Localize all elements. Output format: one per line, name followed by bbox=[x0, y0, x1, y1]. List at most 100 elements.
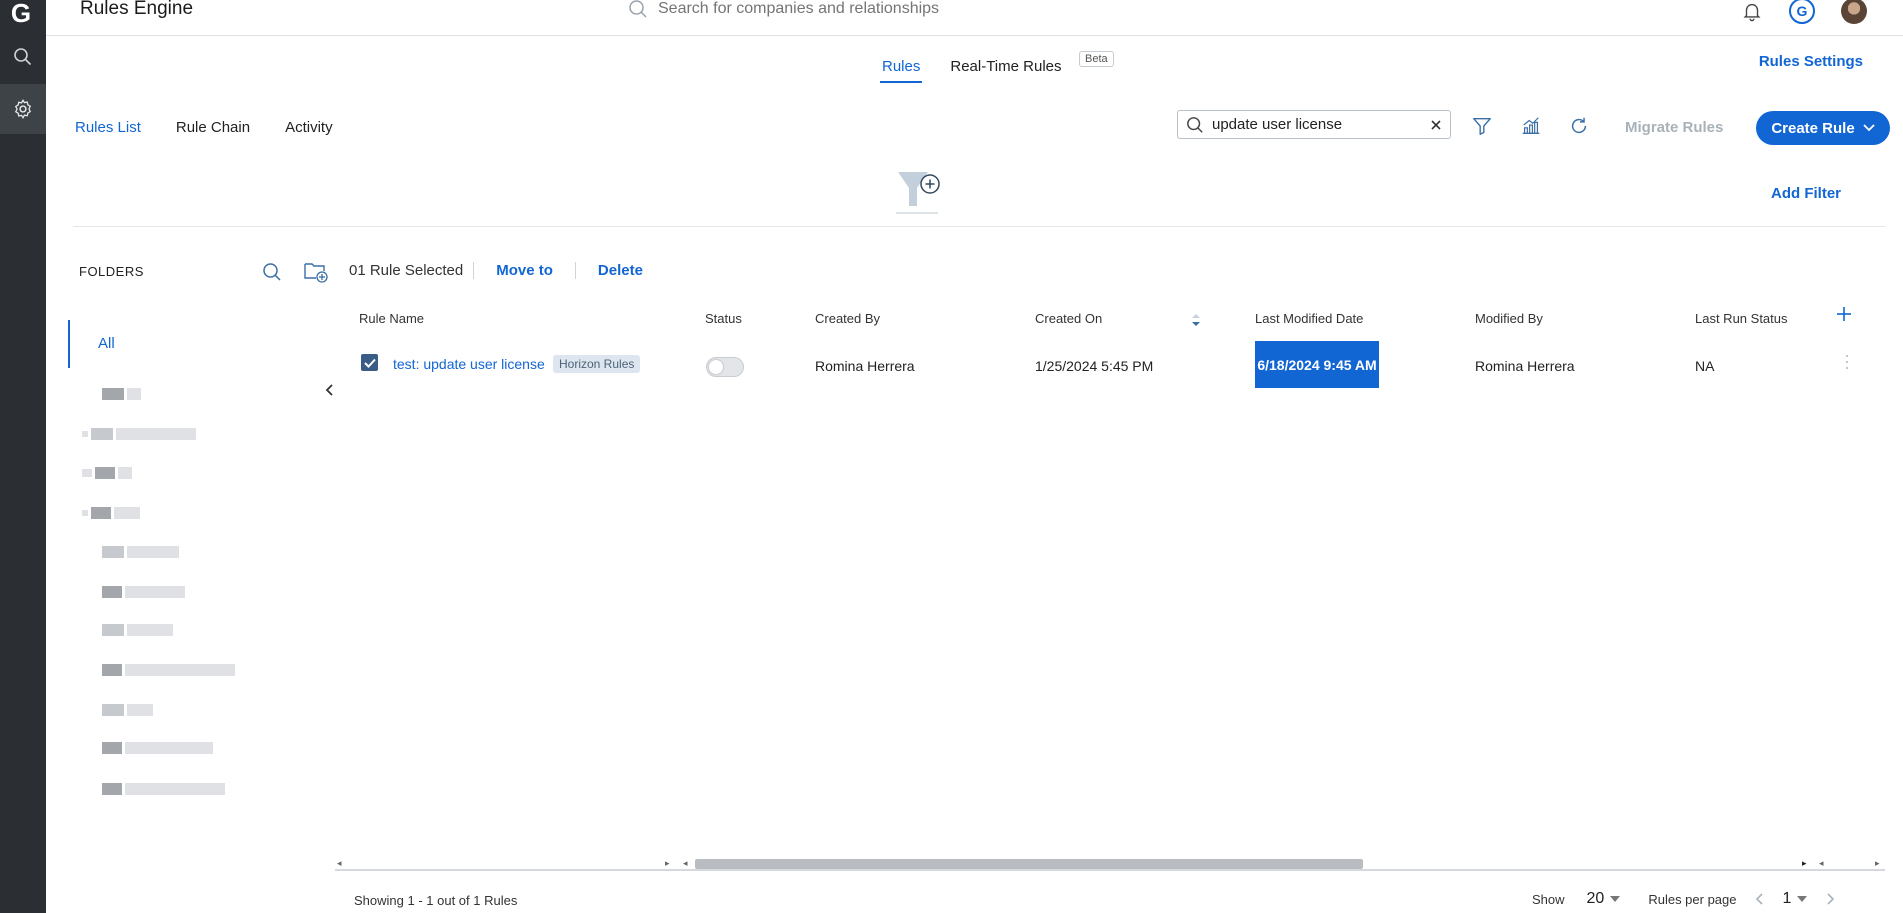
cell-modified-by: Romina Herrera bbox=[1475, 358, 1575, 374]
prev-page-icon[interactable] bbox=[1755, 892, 1765, 906]
scroll-right-icon[interactable]: ▸ bbox=[1875, 858, 1880, 869]
global-search-input[interactable] bbox=[658, 0, 1018, 18]
search-icon bbox=[629, 0, 647, 18]
folder-item-redacted[interactable] bbox=[102, 783, 225, 795]
subnav-activity[interactable]: Activity bbox=[285, 119, 333, 136]
tab-real-time-rules[interactable]: Real-Time Rules bbox=[950, 58, 1061, 83]
app-title: Rules Engine bbox=[80, 0, 194, 19]
rule-tag-badge: Horizon Rules bbox=[553, 355, 641, 373]
tab-rules[interactable]: Rules bbox=[880, 58, 923, 83]
cell-last-modified-date: 6/18/2024 9:45 AM bbox=[1255, 341, 1379, 388]
page-size-value: 20 bbox=[1586, 890, 1605, 907]
folder-item-redacted[interactable] bbox=[102, 586, 185, 598]
show-label: Show bbox=[1532, 891, 1565, 907]
page-number: 1 bbox=[1782, 890, 1792, 907]
col-created-on[interactable]: Created On bbox=[1035, 311, 1102, 326]
scroll-left-icon[interactable]: ◂ bbox=[337, 858, 342, 869]
collapse-panel-button[interactable] bbox=[324, 383, 336, 402]
selection-bar: 01 Rule Selected Move to Delete bbox=[349, 262, 665, 279]
scroll-right-icon[interactable]: ▸ bbox=[665, 858, 670, 869]
top-header: Rules Engine G bbox=[46, 0, 1903, 36]
pagination-bar: Show 20 Rules per page 1 bbox=[1532, 890, 1835, 908]
search-icon bbox=[1187, 116, 1203, 133]
folder-item-redacted[interactable] bbox=[102, 742, 213, 754]
selected-count: 01 Rule Selected bbox=[349, 262, 475, 279]
delete-button[interactable]: Delete bbox=[576, 262, 665, 279]
folder-item-redacted[interactable] bbox=[102, 624, 173, 636]
folders-heading: FOLDERS bbox=[79, 264, 144, 279]
new-folder-icon[interactable] bbox=[304, 261, 328, 283]
global-search[interactable] bbox=[628, 0, 1018, 19]
refresh-icon bbox=[1571, 117, 1587, 134]
folder-item-redacted[interactable] bbox=[102, 546, 179, 558]
scrollbar-thumb[interactable] bbox=[695, 859, 1363, 869]
next-page-icon[interactable] bbox=[1825, 892, 1835, 906]
avatar[interactable] bbox=[1841, 0, 1867, 24]
subnav-rules-list[interactable]: Rules List bbox=[75, 119, 141, 136]
sort-icon[interactable] bbox=[1190, 313, 1202, 327]
bell-icon[interactable] bbox=[1741, 0, 1763, 22]
row-kebab-icon[interactable]: · · · bbox=[1843, 346, 1851, 376]
col-status[interactable]: Status bbox=[705, 311, 742, 326]
chevron-down-icon bbox=[1610, 896, 1621, 902]
add-column-button[interactable] bbox=[1836, 302, 1852, 328]
showing-count: Showing 1 - 1 out of 1 Rules bbox=[354, 893, 518, 908]
filter-button[interactable] bbox=[1470, 114, 1494, 138]
search-icon[interactable] bbox=[262, 262, 282, 282]
filter-icon bbox=[1473, 117, 1491, 135]
app-logo[interactable]: G bbox=[6, 0, 36, 28]
folder-actions bbox=[262, 261, 328, 283]
folder-item-redacted[interactable] bbox=[82, 507, 140, 519]
plus-icon bbox=[1837, 307, 1851, 321]
scroll-right-icon[interactable]: ▸ bbox=[1802, 858, 1807, 869]
left-rail: G bbox=[0, 0, 46, 913]
app-root: G Rules Engine Search for companies and … bbox=[0, 0, 1903, 913]
add-filter-link[interactable]: Add Filter bbox=[1771, 185, 1841, 202]
folder-item-redacted[interactable] bbox=[82, 467, 132, 479]
divider bbox=[73, 226, 1885, 227]
chevron-down-icon bbox=[1797, 896, 1808, 902]
status-toggle[interactable] bbox=[706, 357, 744, 377]
profile-logo-icon[interactable]: G bbox=[1789, 0, 1815, 24]
create-rule-label: Create Rule bbox=[1771, 119, 1855, 137]
scroll-left-icon[interactable]: ◂ bbox=[1819, 858, 1824, 869]
rule-name-link[interactable]: test: update user license bbox=[393, 356, 545, 372]
scroll-left-icon[interactable]: ◂ bbox=[683, 858, 688, 869]
sub-nav: Rules List Rule Chain Activity bbox=[75, 119, 333, 136]
folder-item-redacted[interactable] bbox=[102, 664, 235, 676]
rail-search-button[interactable] bbox=[0, 32, 46, 82]
main-tabs: Rules Real-Time Rules bbox=[880, 58, 1062, 83]
page-select[interactable]: 1 bbox=[1783, 890, 1808, 908]
analytics-icon bbox=[1522, 117, 1540, 135]
folder-item-redacted[interactable] bbox=[102, 388, 141, 400]
cell-created-by: Romina Herrera bbox=[815, 358, 915, 374]
refresh-button[interactable] bbox=[1567, 114, 1591, 138]
folder-item-redacted[interactable] bbox=[102, 704, 153, 716]
col-rule-name[interactable]: Rule Name bbox=[359, 311, 424, 326]
col-created-by[interactable]: Created By bbox=[815, 311, 880, 326]
header-icons: G bbox=[1741, 0, 1867, 24]
col-last-run-status[interactable]: Last Run Status bbox=[1695, 311, 1788, 326]
row-checkbox[interactable] bbox=[361, 354, 378, 371]
col-last-modified-date[interactable]: Last Modified Date bbox=[1255, 311, 1363, 326]
clear-icon[interactable] bbox=[1430, 119, 1442, 131]
col-modified-by[interactable]: Modified By bbox=[1475, 311, 1543, 326]
analytics-button[interactable] bbox=[1519, 114, 1543, 138]
funnel-add-icon bbox=[896, 172, 940, 214]
search-icon bbox=[14, 48, 32, 66]
page-size-select[interactable]: 20 bbox=[1587, 890, 1621, 908]
move-to-button[interactable]: Move to bbox=[474, 262, 576, 279]
rules-per-page-label: Rules per page bbox=[1648, 891, 1737, 907]
horizontal-scrollbar[interactable]: ◂ ▸ ◂ ▸ ◂ ▸ bbox=[335, 858, 1885, 872]
check-icon bbox=[363, 358, 376, 368]
add-filter-funnel[interactable] bbox=[894, 170, 944, 221]
migrate-rules-button[interactable]: Migrate Rules bbox=[1625, 119, 1723, 136]
scrollbar-track bbox=[335, 869, 1885, 871]
folder-all[interactable]: All bbox=[68, 320, 268, 368]
create-rule-button[interactable]: Create Rule bbox=[1756, 111, 1890, 145]
subnav-rule-chain[interactable]: Rule Chain bbox=[176, 119, 250, 136]
folder-item-redacted[interactable] bbox=[82, 428, 196, 440]
rules-settings-link[interactable]: Rules Settings bbox=[1759, 53, 1863, 70]
rail-settings-button[interactable] bbox=[0, 84, 46, 134]
rules-search-input[interactable] bbox=[1212, 116, 1422, 133]
